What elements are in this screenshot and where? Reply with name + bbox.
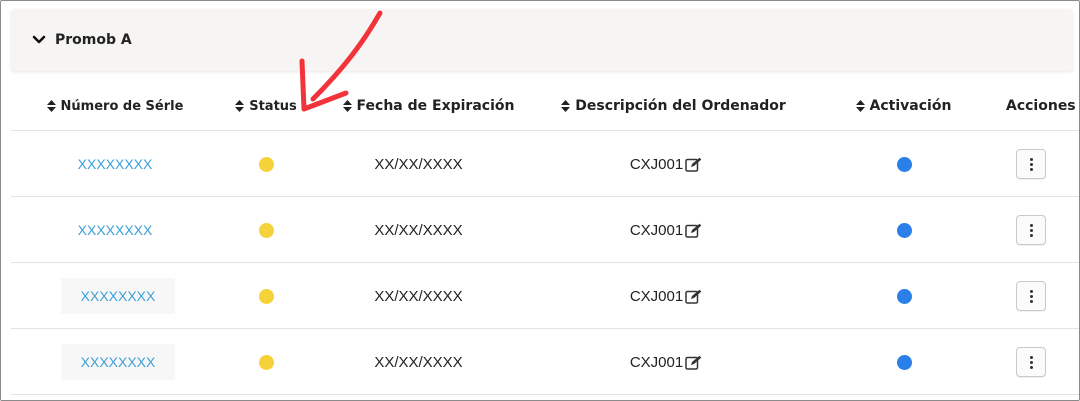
- sort-icon[interactable]: [855, 100, 865, 112]
- chevron-down-icon[interactable]: [31, 32, 47, 48]
- actions-cell: [1013, 263, 1049, 329]
- table-row: XXXXXXXX XX/XX/XXXX CXJ001: [11, 263, 1079, 329]
- kebab-menu-icon: [1029, 355, 1033, 370]
- column-header-expiration[interactable]: Fecha de Expiración: [341, 81, 516, 131]
- table-row: XXXXXXXX XX/XX/XXXX CXJ001: [11, 329, 1079, 395]
- column-header-label: Descripción del Ordenador: [575, 98, 786, 114]
- serial-link[interactable]: XXXXXXXX: [78, 156, 153, 172]
- expiration-cell: XX/XX/XXXX: [341, 263, 496, 329]
- computer-description-text: CXJ001: [629, 221, 684, 239]
- activation-cell: [886, 197, 922, 263]
- accordion-header[interactable]: Promob A: [11, 9, 1073, 71]
- serial-link[interactable]: XXXXXXXX: [60, 344, 176, 380]
- sort-icon[interactable]: [235, 100, 245, 112]
- status-indicator: [258, 222, 274, 238]
- edit-icon[interactable]: [685, 157, 702, 172]
- column-header-label: Status: [249, 98, 297, 114]
- computer-description-text: CXJ001: [629, 287, 684, 305]
- column-header-status[interactable]: Status: [221, 81, 311, 131]
- expiration-cell: XX/XX/XXXX: [341, 329, 496, 395]
- activation-cell: [886, 131, 922, 197]
- column-header-label: Fecha de Expiración: [356, 98, 515, 114]
- actions-cell: [1013, 197, 1049, 263]
- sort-icon[interactable]: [342, 100, 352, 112]
- computer-description: CXJ001: [630, 288, 702, 305]
- status-indicator: [258, 354, 274, 370]
- app-frame: Promob A Número de Sérle Status Fecha de…: [0, 0, 1080, 401]
- kebab-menu-icon: [1029, 157, 1033, 172]
- expiration-date: XX/XX/XXXX: [374, 221, 463, 239]
- column-header-label: Activación: [869, 98, 952, 114]
- table-row: XXXXXXXX XX/XX/XXXX CXJ001: [11, 197, 1079, 263]
- description-cell: CXJ001: [611, 263, 721, 329]
- computer-description-text: CXJ001: [629, 155, 684, 173]
- activation-indicator: [896, 354, 912, 370]
- description-cell: CXJ001: [611, 329, 721, 395]
- expiration-cell: XX/XX/XXXX: [341, 197, 496, 263]
- computer-description: CXJ001: [630, 354, 702, 371]
- edit-icon[interactable]: [685, 223, 702, 238]
- column-header-label: Acciones: [1006, 98, 1076, 114]
- expiration-date: XX/XX/XXXX: [374, 353, 463, 371]
- sort-icon[interactable]: [561, 100, 571, 112]
- activation-indicator: [896, 156, 912, 172]
- edit-icon[interactable]: [685, 289, 702, 304]
- panel-title: Promob A: [55, 32, 132, 48]
- column-header-description[interactable]: Descripción del Ordenador: [551, 81, 796, 131]
- serial-cell: XXXXXXXX: [51, 197, 179, 263]
- computer-description: CXJ001: [630, 222, 702, 239]
- serial-link[interactable]: XXXXXXXX: [78, 222, 153, 238]
- column-header-activation[interactable]: Activación: [841, 81, 966, 131]
- actions-cell: [1013, 329, 1049, 395]
- column-header-label: Número de Sérle: [60, 98, 184, 114]
- actions-cell: [1013, 131, 1049, 197]
- computer-description-text: CXJ001: [629, 353, 684, 371]
- status-cell: [246, 197, 286, 263]
- actions-menu-button[interactable]: [1016, 215, 1046, 245]
- computer-description: CXJ001: [630, 156, 702, 173]
- expiration-date: XX/XX/XXXX: [374, 287, 463, 305]
- table-row: XXXXXXXX XX/XX/XXXX CXJ001: [11, 131, 1079, 197]
- activation-cell: [886, 329, 922, 395]
- description-cell: CXJ001: [611, 131, 721, 197]
- status-cell: [246, 131, 286, 197]
- sort-icon[interactable]: [46, 100, 56, 112]
- actions-menu-button[interactable]: [1016, 347, 1046, 377]
- actions-menu-button[interactable]: [1016, 149, 1046, 179]
- serials-table: Número de Sérle Status Fecha de Expiraci…: [11, 81, 1079, 395]
- serial-cell: XXXXXXXX: [51, 131, 179, 197]
- status-cell: [246, 263, 286, 329]
- status-cell: [246, 329, 286, 395]
- actions-menu-button[interactable]: [1016, 281, 1046, 311]
- activation-indicator: [896, 288, 912, 304]
- activation-cell: [886, 263, 922, 329]
- column-header-serial[interactable]: Número de Sérle: [11, 81, 219, 131]
- kebab-menu-icon: [1029, 289, 1033, 304]
- serial-cell: XXXXXXXX: [51, 263, 185, 329]
- serial-cell: XXXXXXXX: [51, 329, 185, 395]
- table-header: Número de Sérle Status Fecha de Expiraci…: [11, 81, 1079, 131]
- activation-indicator: [896, 222, 912, 238]
- status-indicator: [258, 156, 274, 172]
- description-cell: CXJ001: [611, 197, 721, 263]
- status-indicator: [258, 288, 274, 304]
- edit-icon[interactable]: [685, 355, 702, 370]
- kebab-menu-icon: [1029, 223, 1033, 238]
- expiration-date: XX/XX/XXXX: [374, 155, 463, 173]
- column-header-actions: Acciones: [996, 81, 1079, 131]
- serial-link[interactable]: XXXXXXXX: [60, 278, 176, 314]
- expiration-cell: XX/XX/XXXX: [341, 131, 496, 197]
